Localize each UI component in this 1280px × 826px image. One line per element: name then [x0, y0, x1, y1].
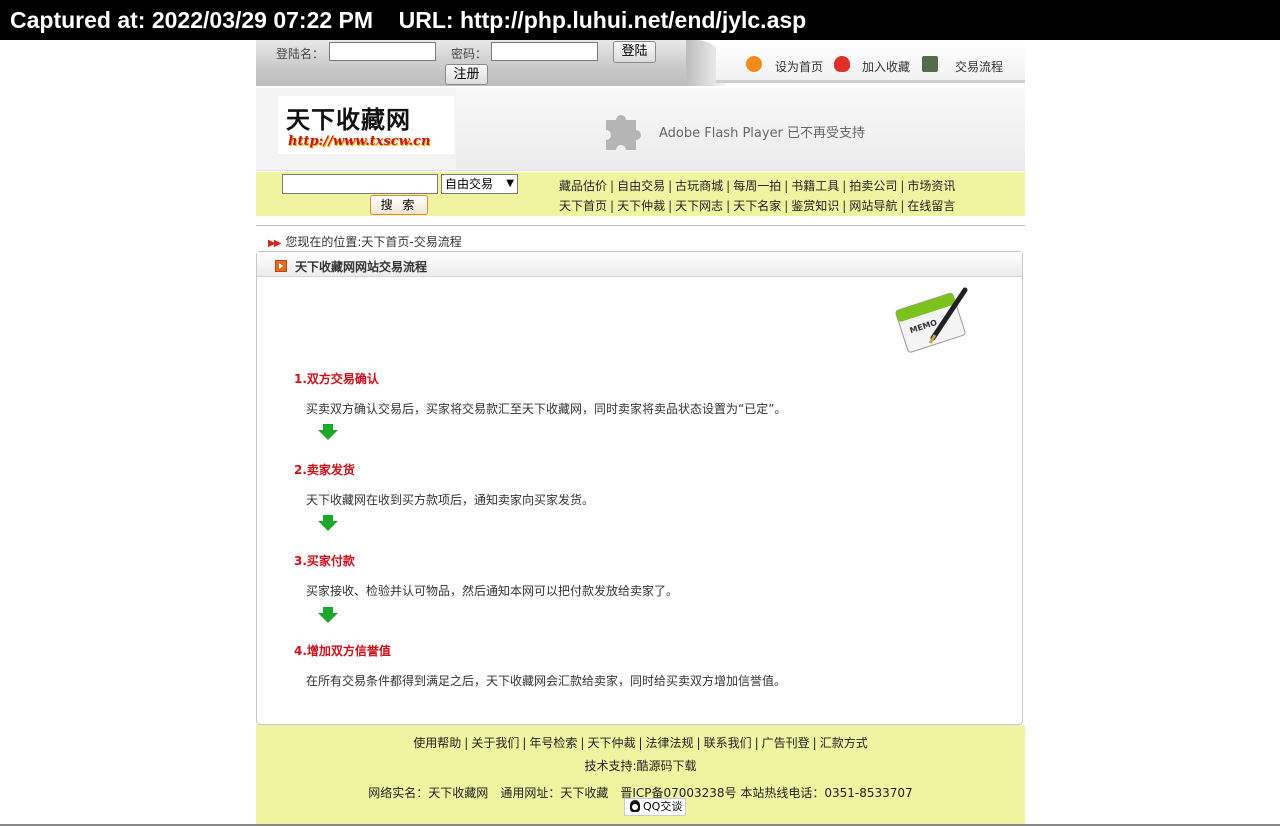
general-url: 通用网址：天下收藏	[500, 786, 609, 800]
nav-row-2: 天下首页 | 天下仲裁 | 天下网志 | 天下名家 | 鉴赏知识 | 网站导航 | 在线留言	[559, 199, 956, 213]
step-1-desc: 买卖双方确认交易后，买家将交易款汇至天下收藏网，同时卖家将卖品状态设置为“已定”…	[306, 402, 787, 416]
search-button[interactable]: 搜 索	[370, 195, 428, 215]
down-arrow-icon	[318, 424, 338, 440]
password-input[interactable]	[491, 42, 598, 61]
nav-link[interactable]: 天下网志	[675, 199, 723, 213]
nav-link[interactable]: 拍卖公司	[849, 179, 897, 193]
flash-message: Adobe Flash Player 已不再受支持	[659, 126, 866, 141]
flash-placeholder: Adobe Flash Player 已不再受支持	[456, 88, 1025, 170]
logo-url: http://www.txscw.cn	[288, 134, 431, 149]
footer-link[interactable]: 汇款方式	[820, 736, 868, 750]
nav-link[interactable]: 天下首页	[559, 199, 607, 213]
footer-link[interactable]: 广告刊登	[762, 736, 810, 750]
qq-penguin-icon	[630, 800, 640, 812]
footer-link[interactable]: 关于我们	[471, 736, 519, 750]
step-3-desc: 买家接收、检验并认可物品，然后通知本网可以把付款发放给卖家了。	[306, 584, 679, 598]
nav-link[interactable]: 天下仲裁	[617, 199, 665, 213]
nav-link[interactable]: 鉴赏知识	[791, 199, 839, 213]
login-button[interactable]: 登陆	[613, 41, 656, 63]
search-nav-bar: 自由交易 ▼ 搜 索 藏品估价 | 自由交易 | 古玩商城 | 每周一拍 | 书籍工具 | 拍卖公司…	[256, 172, 1025, 216]
top-strip: 登陆名： 密码： 登陆 注册 设为首页 加入收藏 交易流程	[256, 40, 1025, 86]
footer-link[interactable]: 天下仲裁	[587, 736, 635, 750]
nav-link[interactable]: 天下名家	[733, 199, 781, 213]
step-1-title: 1.双方交易确认	[294, 372, 379, 386]
register-button[interactable]: 注册	[445, 64, 488, 85]
footer-link[interactable]: 法律法规	[646, 736, 694, 750]
username-label: 登陆名：	[276, 47, 325, 61]
banner: 天下收藏网 http://www.txscw.cn Adobe Flash Pl…	[256, 88, 1025, 171]
quick-links: 设为首页 加入收藏 交易流程	[716, 44, 1025, 83]
nav-link[interactable]: 市场资讯	[907, 179, 955, 193]
chevron-down-icon: ▼	[506, 178, 514, 189]
footer-links: 使用帮助 | 关于我们 | 年号检索 | 天下仲裁 | 法律法规 | 联系我们 | 广告刊登 | 汇款方式	[413, 736, 868, 750]
panel-header-icon	[275, 260, 287, 272]
panel-title: 天下收藏网网站交易流程	[295, 260, 428, 274]
footer: 使用帮助 | 关于我们 | 年号检索 | 天下仲裁 | 法律法规 | 联系我们 | 广告刊登 | 汇款方式 …	[256, 725, 1025, 826]
page: 登陆名： 密码： 登陆 注册 设为首页 加入收藏 交易流程 天下收藏网 http…	[256, 40, 1025, 826]
quick-link-flow[interactable]: 交易流程	[955, 58, 1003, 75]
step-3-title: 3.买家付款	[294, 554, 355, 568]
panel-header: 天下收藏网网站交易流程	[257, 252, 1022, 277]
nav-link[interactable]: 在线留言	[907, 199, 955, 213]
favorite-icon	[834, 56, 850, 72]
home-icon	[746, 56, 762, 72]
double-arrow-icon: ▶▶	[268, 238, 281, 249]
footer-link[interactable]: 年号检索	[529, 736, 577, 750]
nav-link[interactable]: 藏品估价	[559, 179, 607, 193]
main-nav: 藏品估价 | 自由交易 | 古玩商城 | 每周一拍 | 书籍工具 | 拍卖公司 | 市场资讯 天下首页 |…	[559, 176, 955, 216]
down-arrow-icon	[318, 607, 338, 623]
search-type-select[interactable]: 自由交易 ▼	[441, 174, 518, 194]
breadcrumb: ▶▶ 您现在的位置:天下首页-交易流程	[268, 233, 462, 250]
quick-link-home[interactable]: 设为首页	[775, 58, 823, 75]
capture-bar: Captured at: 2022/03/29 07:22 PM URL: ht…	[0, 0, 1280, 40]
nav-link[interactable]: 网站导航	[849, 199, 897, 213]
logo-name: 天下收藏网	[286, 105, 411, 134]
nav-row-1: 藏品估价 | 自由交易 | 古玩商城 | 每周一拍 | 书籍工具 | 拍卖公司 | 市场资讯	[559, 179, 956, 193]
step-4-desc: 在所有交易条件都得到满足之后，天下收藏网会汇款给卖家，同时给买卖双方增加信誉值。	[306, 674, 787, 688]
search-input[interactable]	[282, 174, 438, 194]
quick-link-favorite[interactable]: 加入收藏	[862, 58, 910, 75]
qq-chat-button[interactable]: QQ交谈	[624, 798, 686, 816]
memo-pencil-icon: MEMO	[895, 287, 968, 353]
username-input[interactable]	[329, 42, 436, 61]
step-2-title: 2.卖家发货	[294, 463, 355, 477]
search-type-value: 自由交易	[445, 177, 494, 191]
site-logo[interactable]: 天下收藏网 http://www.txscw.cn	[278, 96, 454, 154]
puzzle-plugin-icon	[606, 115, 641, 150]
site-real-name: 网络实名：天下收藏网	[368, 786, 489, 800]
password-label: 密码：	[451, 47, 488, 61]
step-2-desc: 天下收藏网在收到买方款项后，通知卖家向买家发货。	[306, 493, 595, 507]
step-4-title: 4.增加双方信誉值	[294, 644, 391, 658]
tech-support[interactable]: 技术支持:酷源码下载	[256, 757, 1025, 774]
divider	[256, 225, 1025, 226]
footer-link[interactable]: 联系我们	[704, 736, 752, 750]
nav-link[interactable]: 古玩商城	[675, 179, 723, 193]
flow-icon	[922, 56, 938, 72]
login-form: 登陆名： 密码： 登陆 注册	[256, 40, 698, 86]
breadcrumb-text: 您现在的位置:天下首页-交易流程	[285, 235, 462, 249]
down-arrow-icon	[318, 515, 338, 531]
nav-link[interactable]: 书籍工具	[791, 179, 839, 193]
qq-chat-label: QQ交谈	[643, 800, 683, 813]
footer-link[interactable]: 使用帮助	[413, 736, 461, 750]
nav-link[interactable]: 每周一拍	[733, 179, 781, 193]
flow-panel: 天下收藏网网站交易流程 MEMO 1.双方交易确认 买卖双方确认交易后，买家将交…	[256, 251, 1023, 725]
nav-link[interactable]: 自由交易	[617, 179, 665, 193]
